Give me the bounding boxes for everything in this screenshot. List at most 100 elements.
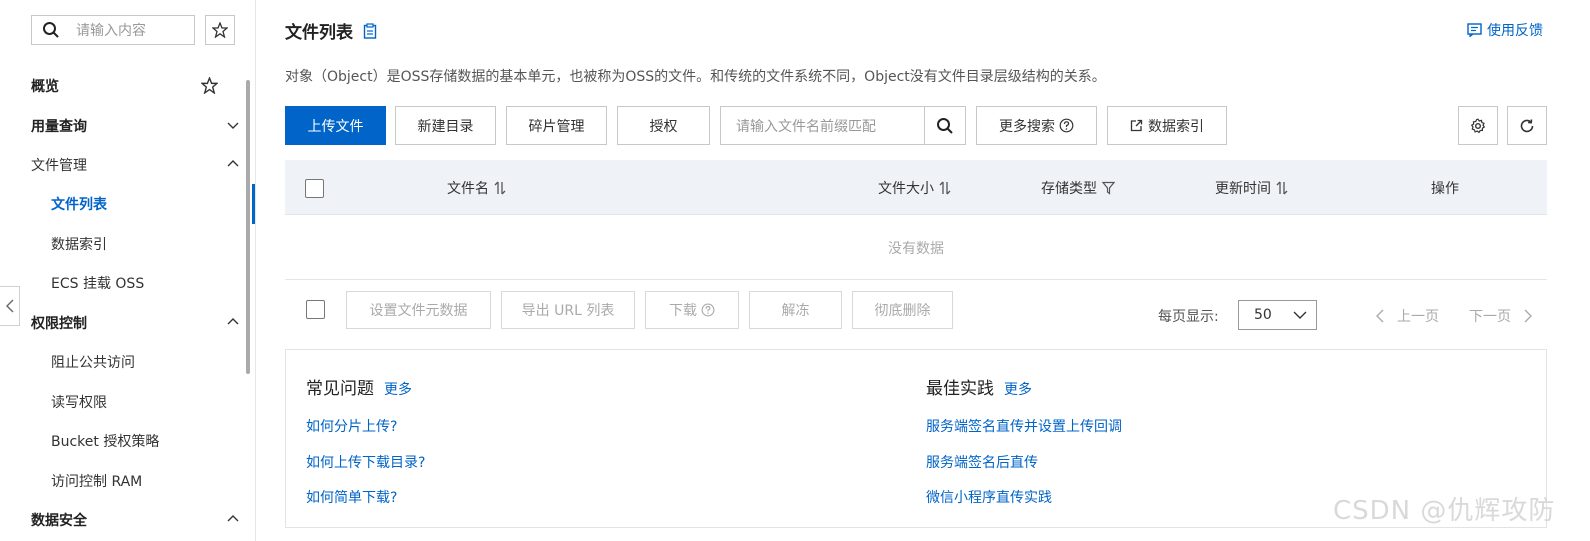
next-page-button[interactable]: 下一页 bbox=[1469, 306, 1533, 326]
favorite-button[interactable] bbox=[205, 15, 235, 45]
per-page-value: 50 bbox=[1254, 307, 1272, 323]
active-indicator bbox=[252, 184, 255, 224]
feedback-label: 使用反馈 bbox=[1487, 23, 1543, 39]
select-all-checkbox[interactable] bbox=[305, 179, 324, 198]
sidebar-item-bucket-policy[interactable]: Bucket 授权策略 bbox=[0, 425, 250, 457]
sidebar-item-label: 文件列表 bbox=[51, 197, 107, 213]
sidebar-item-label: 数据索引 bbox=[51, 237, 107, 253]
set-metadata-button[interactable]: 设置文件元数据 bbox=[346, 291, 491, 329]
search-icon bbox=[42, 21, 64, 39]
prev-page-label: 上一页 bbox=[1397, 309, 1439, 325]
column-header-updated[interactable]: 更新时间 bbox=[1215, 178, 1288, 198]
search-icon bbox=[937, 117, 953, 134]
sidebar-search-placeholder: 请输入内容 bbox=[76, 23, 146, 39]
filter-icon bbox=[1102, 181, 1115, 195]
sidebar-item-file-list[interactable]: 文件列表 bbox=[0, 188, 250, 220]
sidebar-item-data-security[interactable]: 数据安全 bbox=[0, 504, 250, 536]
sidebar-item-label: ECS 挂载 OSS bbox=[51, 276, 145, 292]
per-page-label: 每页显示: bbox=[1158, 309, 1219, 325]
file-search-placeholder: 请输入文件名前缀匹配 bbox=[736, 118, 876, 135]
sidebar-item-label: 访问控制 RAM bbox=[51, 474, 143, 490]
chevron-down-icon bbox=[226, 118, 240, 136]
file-search-input[interactable]: 请输入文件名前缀匹配 bbox=[720, 106, 966, 145]
fragment-management-button[interactable]: 碎片管理 bbox=[506, 106, 607, 145]
sort-icon bbox=[494, 181, 506, 195]
sidebar-item-label: 阻止公共访问 bbox=[51, 355, 135, 371]
chevron-right-icon bbox=[1524, 309, 1532, 323]
prev-page-button[interactable]: 上一页 bbox=[1375, 306, 1439, 326]
refresh-icon bbox=[1520, 118, 1534, 132]
help-circle-icon bbox=[701, 303, 715, 317]
chevron-up-icon bbox=[226, 157, 240, 175]
collapse-sidebar-button[interactable] bbox=[0, 286, 20, 326]
best-practice-link[interactable]: 服务端签名直传并设置上传回调 bbox=[926, 416, 1122, 436]
feedback-link[interactable]: 使用反馈 bbox=[1467, 20, 1543, 40]
data-index-label: 数据索引 bbox=[1148, 118, 1204, 135]
column-header-actions: 操作 bbox=[1431, 178, 1459, 198]
star-icon[interactable] bbox=[200, 76, 219, 98]
export-url-button[interactable]: 导出 URL 列表 bbox=[501, 291, 635, 329]
column-header-label: 更新时间 bbox=[1215, 181, 1271, 197]
sidebar-item-label: 文件管理 bbox=[31, 158, 87, 174]
sidebar-item-data-index[interactable]: 数据索引 bbox=[0, 228, 250, 260]
table-header: 文件名 文件大小 存储类型 更新时间 操作 bbox=[285, 160, 1547, 215]
sidebar-item-ecs-mount[interactable]: ECS 挂载 OSS bbox=[0, 267, 250, 299]
faq-link[interactable]: 如何简单下载? bbox=[306, 487, 397, 507]
data-index-button[interactable]: 数据索引 bbox=[1107, 106, 1227, 145]
sidebar-item-ram[interactable]: 访问控制 RAM bbox=[0, 465, 250, 497]
upload-file-button[interactable]: 上传文件 bbox=[285, 106, 386, 145]
column-header-label: 文件大小 bbox=[878, 181, 934, 197]
column-header-storage-type[interactable]: 存储类型 bbox=[1041, 178, 1115, 198]
sidebar-item-usage[interactable]: 用量查询 bbox=[0, 110, 250, 142]
page-description: 对象（Object）是OSS存储数据的基本单元，也被称为OSS的文件。和传统的文… bbox=[285, 69, 1106, 85]
per-page-select[interactable]: 50 bbox=[1238, 300, 1317, 330]
more-search-label: 更多搜索 bbox=[999, 118, 1055, 135]
faq-title: 常见问题 bbox=[306, 379, 374, 399]
column-header-size[interactable]: 文件大小 bbox=[878, 178, 951, 198]
sidebar-scrollbar[interactable] bbox=[246, 80, 250, 374]
best-practice-link[interactable]: 微信小程序直传实践 bbox=[926, 487, 1052, 507]
best-practice-link[interactable]: 服务端签名后直传 bbox=[926, 452, 1038, 472]
unfreeze-button[interactable]: 解冻 bbox=[749, 291, 842, 329]
best-practice-more-link[interactable]: 更多 bbox=[1004, 379, 1032, 399]
faq-more-link[interactable]: 更多 bbox=[384, 379, 412, 399]
download-button[interactable]: 下载 bbox=[645, 291, 739, 329]
chevron-left-icon bbox=[5, 299, 13, 313]
page-title-text: 文件列表 bbox=[285, 23, 353, 43]
settings-button[interactable] bbox=[1458, 106, 1498, 145]
faq-link[interactable]: 如何分片上传? bbox=[306, 416, 397, 436]
sort-icon bbox=[1276, 181, 1288, 195]
chevron-left-icon bbox=[1376, 309, 1384, 323]
sidebar-search-input[interactable]: 请输入内容 bbox=[31, 15, 195, 45]
sidebar-item-block-public[interactable]: 阻止公共访问 bbox=[0, 346, 250, 378]
star-icon bbox=[212, 22, 228, 38]
sidebar-item-label: 读写权限 bbox=[51, 395, 107, 411]
chevron-up-icon bbox=[226, 315, 240, 333]
column-header-label: 存储类型 bbox=[1041, 181, 1097, 197]
feedback-icon bbox=[1467, 23, 1482, 37]
refresh-button[interactable] bbox=[1507, 106, 1547, 145]
sidebar-item-access-control[interactable]: 权限控制 bbox=[0, 307, 250, 339]
download-label: 下载 bbox=[669, 303, 697, 319]
search-button[interactable] bbox=[924, 107, 965, 144]
watermark: CSDN @仇辉攻防 bbox=[1333, 496, 1556, 526]
sidebar-item-label: Bucket 授权策略 bbox=[51, 434, 160, 450]
sidebar-item-overview[interactable]: 概览 bbox=[0, 70, 250, 102]
authorize-button[interactable]: 授权 bbox=[617, 106, 710, 145]
chevron-down-icon bbox=[1292, 307, 1308, 327]
bulk-select-checkbox[interactable] bbox=[306, 300, 325, 319]
best-practice-heading: 最佳实践 更多 bbox=[926, 374, 1032, 399]
sidebar-item-label: 用量查询 bbox=[31, 119, 87, 135]
sidebar-item-file-management[interactable]: 文件管理 bbox=[0, 149, 250, 181]
clipboard-icon[interactable] bbox=[363, 22, 377, 39]
page-title: 文件列表 bbox=[285, 18, 377, 43]
new-directory-button[interactable]: 新建目录 bbox=[395, 106, 496, 145]
column-header-name[interactable]: 文件名 bbox=[447, 178, 506, 198]
permanent-delete-button[interactable]: 彻底删除 bbox=[852, 291, 953, 329]
sidebar: 请输入内容 概览 用量查询 文件管理 文件列表 数据索引 ECS 挂载 OSS … bbox=[0, 0, 256, 541]
faq-link[interactable]: 如何上传下载目录? bbox=[306, 452, 425, 472]
column-header-label: 操作 bbox=[1431, 181, 1459, 197]
next-page-label: 下一页 bbox=[1469, 309, 1511, 325]
more-search-button[interactable]: 更多搜索 bbox=[976, 106, 1097, 145]
sidebar-item-rw-permission[interactable]: 读写权限 bbox=[0, 386, 250, 418]
